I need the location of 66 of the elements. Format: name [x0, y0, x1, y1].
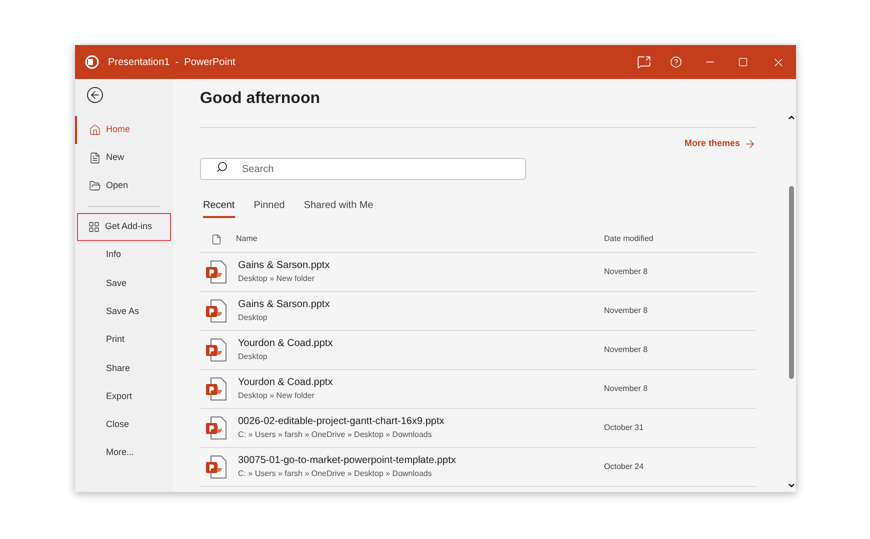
- date-modified: November 8: [604, 382, 649, 394]
- tab[interactable]: Pinned: [254, 198, 285, 218]
- file-path: Desktop: [238, 351, 268, 363]
- date-modified: November 8: [604, 344, 649, 356]
- file-row[interactable]: 30075-01-go-to-market-powerpoint-template.pptx C: » Users » farsh » OneDrive » Desktop » Downloads October 24: [200, 448, 756, 486]
- home-icon: [89, 124, 101, 136]
- date-modified: October 31: [604, 422, 645, 434]
- document-icon: [89, 152, 101, 164]
- sidebar-item[interactable]: Save: [75, 269, 173, 298]
- date-modified: November 8: [604, 304, 649, 316]
- scroll-down-icon[interactable]: [786, 481, 796, 490]
- help-icon[interactable]: [670, 56, 682, 68]
- app-logo-icon: [85, 55, 99, 69]
- file-name: Gains & Sarson.pptx: [238, 259, 331, 273]
- pptx-file-icon: [205, 416, 227, 440]
- pptx-file-icon: [205, 298, 227, 322]
- sidebar-item[interactable]: Print: [75, 326, 173, 354]
- pptx-file-icon: [205, 338, 227, 362]
- folder-icon: [89, 180, 101, 192]
- file-icon: [211, 234, 222, 244]
- grid-icon: [88, 221, 100, 233]
- sidebar-item[interactable]: New: [75, 144, 173, 172]
- sidebar-item[interactable]: Export: [75, 382, 173, 411]
- sidebar-item[interactable]: Get Add-ins: [77, 213, 171, 241]
- tab[interactable]: Recent: [203, 198, 235, 218]
- column-header: Date modified: [604, 233, 654, 245]
- file-name: 0026-02-editable-project-gantt-chart-16x9.pptx: [238, 415, 446, 429]
- date-modified: November 8: [604, 266, 649, 278]
- file-path: Desktop » New folder: [238, 273, 316, 285]
- pptx-file-icon: [205, 260, 227, 284]
- pptx-file-icon: [205, 376, 227, 400]
- column-header: Name: [236, 233, 258, 245]
- file-name: Yourdon & Coad.pptx: [238, 376, 334, 390]
- sidebar-item[interactable]: Info: [75, 241, 173, 270]
- sidebar-item[interactable]: More...: [75, 439, 173, 468]
- sidebar-item[interactable]: Open: [75, 172, 173, 200]
- feedback-icon[interactable]: [637, 55, 651, 69]
- sidebar-item[interactable]: Close: [75, 410, 173, 440]
- file-path: Desktop » New folder: [238, 390, 316, 402]
- file-row[interactable]: 0026-02-editable-project-gantt-chart-16x9.pptx C: » Users » farsh » OneDrive » Desktop » Downloads October 31: [200, 408, 756, 448]
- pptx-file-icon: [205, 454, 227, 478]
- file-name: 30075-01-go-to-market-powerpoint-template.pptx: [238, 454, 457, 468]
- tab[interactable]: Shared with Me: [304, 198, 374, 218]
- scroll-up-icon[interactable]: [786, 113, 796, 122]
- file-row[interactable]: Yourdon & Coad.pptx Desktop » New folder November 8: [200, 370, 756, 408]
- back-icon[interactable]: [87, 87, 103, 103]
- file-path: Desktop: [238, 312, 268, 324]
- file-name: Gains & Sarson.pptx: [238, 298, 331, 312]
- search-field[interactable]: Search: [200, 158, 526, 180]
- more-themes-link[interactable]: More themes: [684, 137, 756, 150]
- file-row[interactable]: Yourdon & Coad.pptx Desktop November 8: [200, 330, 756, 370]
- file-row[interactable]: Gains & Sarson.pptx Desktop » New folder November 8: [200, 252, 756, 292]
- sidebar-item[interactable]: Save As: [75, 298, 173, 326]
- scrollbar[interactable]: [786, 79, 796, 492]
- maximize-icon[interactable]: [738, 57, 748, 67]
- search-icon: [216, 160, 228, 172]
- file-row[interactable]: Gains & Sarson.pptx Desktop November 8: [200, 292, 756, 330]
- window-title: Presentation1 - PowerPoint: [108, 56, 236, 70]
- file-name: Yourdon & Coad.pptx: [238, 337, 334, 351]
- file-path: C: » Users » farsh » OneDrive » Desktop » Downloads: [238, 468, 433, 480]
- sidebar-item[interactable]: Share: [75, 354, 173, 382]
- greeting-heading: Good afternoon: [200, 89, 321, 107]
- arrow-right-icon: [744, 138, 756, 150]
- file-path: C: » Users » farsh » OneDrive » Desktop » Downloads: [238, 429, 433, 441]
- sidebar-item[interactable]: Home: [75, 116, 173, 144]
- date-modified: October 24: [604, 460, 645, 472]
